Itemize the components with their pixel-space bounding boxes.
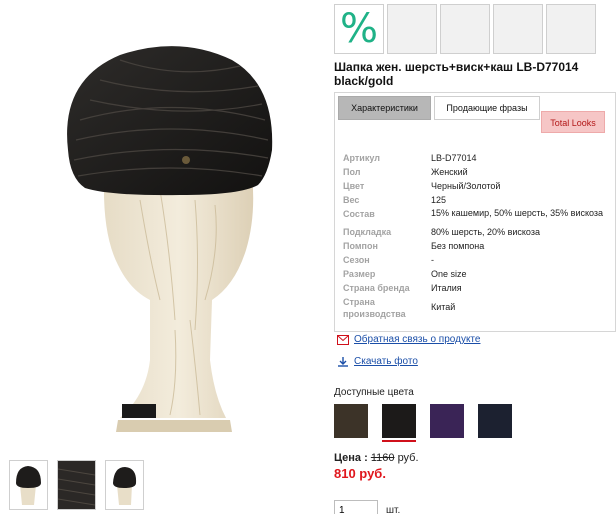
spec-value: Китай bbox=[431, 302, 456, 312]
spec-label: Сезон bbox=[343, 255, 370, 265]
spec-label: Размер bbox=[343, 269, 376, 279]
gallery-slot-2[interactable] bbox=[440, 4, 490, 54]
spec-row: Сезон - bbox=[343, 253, 613, 267]
price-label: Цена : bbox=[334, 452, 368, 464]
spec-value: One size bbox=[431, 269, 467, 279]
spec-row: Размер One size bbox=[343, 267, 613, 281]
available-colors-title: Доступные цвета bbox=[334, 387, 414, 398]
spec-row: Пол Женский bbox=[343, 165, 613, 179]
color-swatch-brown[interactable] bbox=[334, 404, 368, 438]
tab-selling-phrases[interactable]: Продающие фразы bbox=[434, 96, 540, 120]
spec-row: Подкладка 80% шерсть, 20% вискоза bbox=[343, 225, 613, 239]
price-currency: руб. bbox=[397, 452, 419, 464]
feedback-link-row: Обратная связь о продукте bbox=[337, 334, 480, 345]
thumbnail-1[interactable] bbox=[9, 460, 48, 510]
spec-row: Цвет Черный/Золотой bbox=[343, 179, 613, 193]
spec-value: Черный/Золотой bbox=[431, 181, 501, 191]
new-price: 810 руб. bbox=[334, 466, 386, 481]
quantity-row: шт. bbox=[334, 500, 400, 514]
spec-row: Помпон Без помпона bbox=[343, 239, 613, 253]
tab-total-looks[interactable]: Total Looks bbox=[541, 111, 605, 133]
price-row: Цена : 1160 руб. bbox=[334, 452, 419, 464]
spec-value: 15% кашемир, 50% шерсть, 35% вискоза bbox=[431, 208, 604, 218]
gallery-row: % bbox=[334, 4, 596, 54]
spec-row: Страна производства Китай bbox=[343, 295, 613, 320]
old-price: 1160 bbox=[370, 452, 395, 464]
hat-on-mannequin-image bbox=[67, 46, 273, 432]
product-main-image[interactable] bbox=[0, 0, 330, 452]
spec-row: Артикул LB-D77014 bbox=[343, 151, 613, 165]
spec-value: LB-D77014 bbox=[431, 153, 477, 163]
spec-label: Пол bbox=[343, 167, 361, 177]
info-tabs: Характеристики Продающие фразы Total Loo… bbox=[335, 93, 615, 133]
spec-row: Вес 125 bbox=[343, 193, 613, 207]
download-link-row: Скачать фото bbox=[337, 356, 418, 367]
color-swatch-navy[interactable] bbox=[478, 404, 512, 438]
spec-row: Страна бренда Италия bbox=[343, 281, 613, 295]
spec-label: Подкладка bbox=[343, 227, 392, 237]
spec-value: 125 bbox=[431, 195, 447, 205]
percent-icon: % bbox=[339, 6, 378, 52]
spec-row: Состав 15% кашемир, 50% шерсть, 35% виск… bbox=[343, 207, 613, 221]
spec-value: Женский bbox=[431, 167, 468, 177]
spec-label: Помпон bbox=[343, 241, 378, 251]
quantity-input[interactable] bbox=[334, 500, 378, 514]
thumbnail-3[interactable] bbox=[105, 460, 144, 510]
download-photo-link[interactable]: Скачать фото bbox=[354, 356, 418, 367]
spec-label: Цвет bbox=[343, 181, 365, 191]
gallery-slot-3[interactable] bbox=[493, 4, 543, 54]
specs-table: Артикул LB-D77014 Пол Женский Цвет Черны… bbox=[343, 151, 613, 320]
spec-value: - bbox=[431, 255, 434, 265]
color-swatch-black[interactable] bbox=[382, 404, 416, 442]
spec-label: Страна производства bbox=[343, 297, 406, 319]
product-info-panel: Характеристики Продающие фразы Total Loo… bbox=[334, 92, 616, 332]
thumbnail-2[interactable] bbox=[57, 460, 96, 510]
thumbnail-strip bbox=[9, 460, 144, 510]
color-swatch-purple[interactable] bbox=[430, 404, 464, 438]
spec-label: Состав bbox=[343, 209, 375, 219]
discount-badge: % bbox=[334, 4, 384, 54]
spec-value: Италия bbox=[431, 283, 462, 293]
gallery-slot-1[interactable] bbox=[387, 4, 437, 54]
spec-label: Артикул bbox=[343, 153, 380, 163]
gallery-slot-4[interactable] bbox=[546, 4, 596, 54]
spec-value: 80% шерсть, 20% вискоза bbox=[431, 227, 540, 237]
feedback-link[interactable]: Обратная связь о продукте bbox=[354, 334, 480, 345]
color-swatches bbox=[334, 404, 512, 442]
spec-label: Вес bbox=[343, 195, 360, 205]
spec-value: Без помпона bbox=[431, 241, 485, 251]
quantity-unit: шт. bbox=[386, 504, 401, 514]
spec-label: Страна бренда bbox=[343, 283, 410, 293]
product-title: Шапка жен. шерсть+виск+каш LB-D77014 bla… bbox=[334, 60, 579, 88]
tab-characteristics[interactable]: Характеристики bbox=[338, 96, 431, 120]
download-arrow-icon bbox=[338, 356, 348, 367]
envelope-icon bbox=[337, 334, 349, 345]
